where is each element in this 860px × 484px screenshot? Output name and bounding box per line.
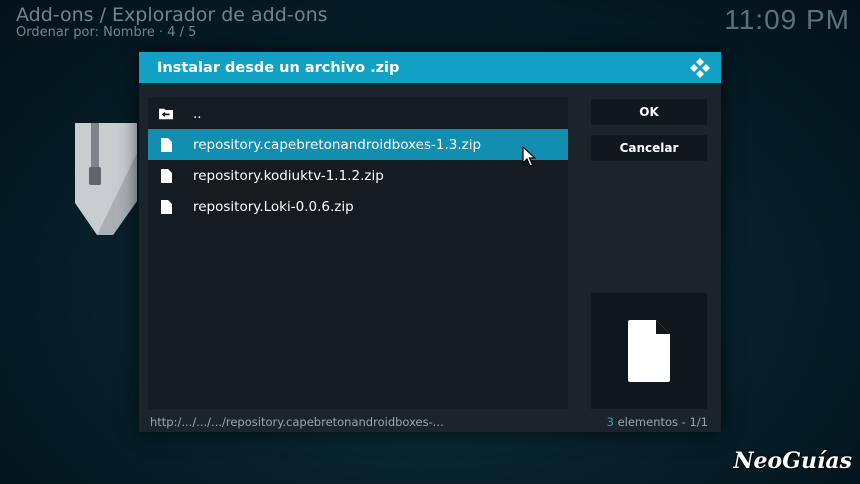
zip-archive-icon — [75, 123, 137, 235]
kodi-logo-icon — [690, 57, 710, 78]
list-item-label: repository.kodiuktv-1.1.2.zip — [193, 167, 384, 184]
mouse-pointer-icon — [522, 146, 537, 167]
list-item-label: repository.Loki-0.0.6.zip — [193, 198, 354, 215]
item-count: 3 elementos - 1/1 — [607, 415, 708, 429]
file-icon — [159, 137, 173, 153]
watermark-logo: NeoGuías — [733, 448, 852, 474]
file-icon — [159, 199, 173, 215]
file-preview-icon — [628, 320, 670, 382]
file-list[interactable]: .. repository.capebretonandroidboxes-1.3… — [148, 97, 568, 409]
item-count-text: elementos - 1/1 — [613, 415, 708, 429]
list-item-label: repository.capebretonandroidboxes-1.3.zi… — [193, 136, 482, 153]
sort-info: Ordenar por: Nombre · 4 / 5 — [16, 25, 196, 40]
file-icon — [159, 168, 173, 184]
cancel-button[interactable]: Cancelar — [591, 135, 707, 161]
breadcrumb: Add-ons / Explorador de add-ons — [16, 4, 328, 26]
dialog-title: Instalar desde un archivo .zip — [157, 59, 400, 76]
sort-label: Ordenar por: Nombre — [16, 25, 155, 40]
sort-separator: · — [158, 25, 164, 40]
list-item-file[interactable]: repository.capebretonandroidboxes-1.3.zi… — [148, 129, 568, 160]
list-item-file[interactable]: repository.kodiuktv-1.1.2.zip — [148, 160, 568, 191]
list-item-parent-folder[interactable]: .. — [148, 98, 568, 129]
file-preview — [591, 293, 707, 409]
clock: 11:09 PM — [724, 4, 850, 35]
item-count-number: 3 — [606, 415, 614, 429]
ok-button[interactable]: OK — [591, 99, 707, 125]
list-item-file[interactable]: repository.Loki-0.0.6.zip — [148, 191, 568, 222]
dialog-header: Instalar desde un archivo .zip — [139, 52, 721, 83]
current-path: http:/.../.../.../repository.capebretona… — [150, 415, 444, 429]
page-counter: 4 / 5 — [167, 25, 197, 40]
install-from-zip-dialog: Instalar desde un archivo .zip .. reposi… — [139, 52, 721, 432]
folder-back-icon — [159, 106, 173, 122]
list-item-label: .. — [193, 105, 202, 122]
